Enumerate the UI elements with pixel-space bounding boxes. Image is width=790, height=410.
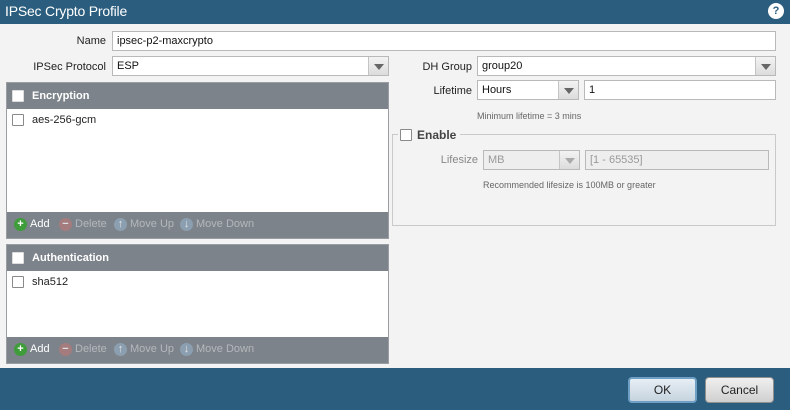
ipsec-protocol-select[interactable]: ESP [112,56,389,76]
name-label: Name [76,35,106,47]
list-item[interactable]: sha512 [7,272,388,292]
chevron-down-icon[interactable] [558,81,578,99]
dh-group-label: DH Group [422,61,472,73]
dh-group-value: group20 [482,60,523,72]
add-icon[interactable]: + [14,343,27,356]
enable-checkbox[interactable] [400,129,412,141]
help-icon[interactable]: ? [768,3,784,19]
add-icon[interactable]: + [14,218,27,231]
encryption-header-label: Encryption [32,90,90,102]
title-bar: IPSec Crypto Profile ? [0,0,790,24]
encryption-delete-button[interactable]: Delete [75,218,107,230]
ipsec-protocol-label: IPSec Protocol [33,61,106,73]
dialog-body: Name ipsec-p2-maxcrypto IPSec Protocol E… [0,24,790,368]
encryption-move-down-button[interactable]: Move Down [196,218,254,230]
lifesize-label: Lifesize [440,154,478,166]
authentication-grid: Authentication sha512 + Add − Delete ↑ M… [6,244,389,364]
ok-button[interactable]: OK [628,377,697,403]
authentication-add-button[interactable]: Add [30,343,50,355]
ipsec-crypto-profile-dialog: IPSec Crypto Profile ? Name ipsec-p2-max… [0,0,790,410]
authentication-delete-button[interactable]: Delete [75,343,107,355]
encryption-move-up-button[interactable]: Move Up [130,218,174,230]
chevron-down-icon[interactable] [368,57,388,75]
name-field[interactable]: ipsec-p2-maxcrypto [112,31,776,51]
move-down-icon: ↓ [180,343,193,356]
enable-label: Enable [417,128,457,142]
encryption-row-label: aes-256-gcm [32,114,97,126]
encryption-add-button[interactable]: Add [30,218,50,230]
list-item[interactable]: aes-256-gcm [7,110,388,130]
move-down-icon: ↓ [180,218,193,231]
delete-icon: − [59,218,72,231]
row-checkbox[interactable] [12,114,24,126]
chevron-down-icon[interactable] [755,57,775,75]
authentication-toolbar: + Add − Delete ↑ Move Up ↓ Move Down [7,337,388,363]
move-up-icon: ↑ [114,218,127,231]
dialog-footer: OK Cancel [0,368,790,410]
move-up-icon: ↑ [114,343,127,356]
encryption-select-all-checkbox[interactable] [12,90,24,102]
row-checkbox[interactable] [12,276,24,288]
authentication-select-all-checkbox[interactable] [12,252,24,264]
lifesize-hint: Recommended lifesize is 100MB or greater [483,180,656,190]
chevron-down-icon[interactable] [559,151,579,169]
ipsec-protocol-value: ESP [117,60,140,72]
lifetime-unit-select[interactable]: Hours [477,80,579,100]
lifetime-unit-value: Hours [482,84,512,96]
lifetime-label: Lifetime [433,85,472,97]
authentication-header: Authentication [7,245,388,271]
dh-group-select[interactable]: group20 [477,56,776,76]
encryption-toolbar: + Add − Delete ↑ Move Up ↓ Move Down [7,212,388,238]
lifesize-value-field[interactable]: [1 - 65535] [585,150,769,170]
encryption-header: Encryption [7,83,388,109]
dialog-title: IPSec Crypto Profile [5,3,128,19]
encryption-grid: Encryption aes-256-gcm + Add − Delete ↑ … [6,82,389,239]
authentication-move-up-button[interactable]: Move Up [130,343,174,355]
lifesize-unit-select[interactable]: MB [483,150,580,170]
lifetime-hint: Minimum lifetime = 3 mins [477,111,582,121]
authentication-move-down-button[interactable]: Move Down [196,343,254,355]
cancel-button[interactable]: Cancel [705,377,774,403]
lifesize-unit-value: MB [488,154,505,166]
authentication-header-label: Authentication [32,252,109,264]
enable-toggle[interactable]: Enable [398,127,460,143]
authentication-row-label: sha512 [32,276,69,288]
delete-icon: − [59,343,72,356]
lifetime-value-field[interactable]: 1 [584,80,776,100]
